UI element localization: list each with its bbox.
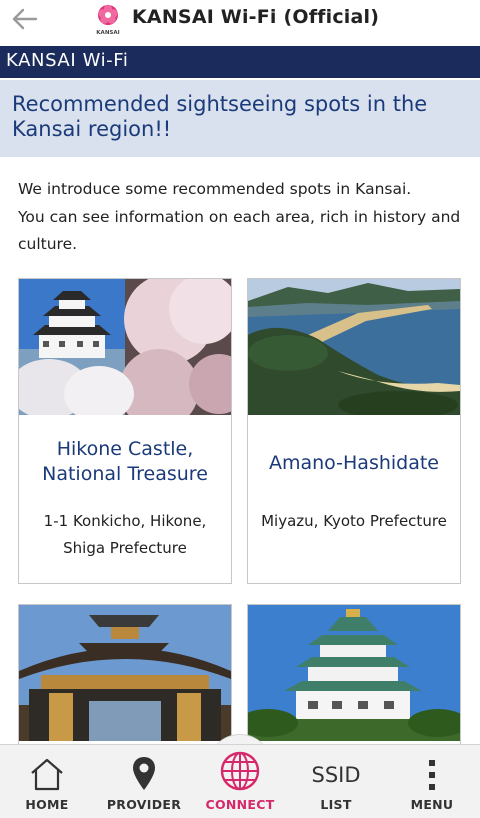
- home-icon: [31, 758, 63, 791]
- brand-bar: KANSAI Wi-Fi: [0, 46, 480, 78]
- bottom-navigation: HOME PROVIDER CONNECT SSID LIST MENU: [0, 744, 480, 818]
- amano-hashidate-photo: [248, 279, 460, 415]
- spot-address: Miyazu, Kyoto Prefecture: [261, 512, 447, 530]
- app-title: KANSAI Wi-Fi (Official): [132, 6, 380, 28]
- nav-home-label: HOME: [25, 797, 69, 812]
- location-pin-icon: [133, 757, 155, 790]
- menu-dots-icon: [429, 760, 435, 790]
- nav-ssid-list[interactable]: SSID LIST: [288, 745, 384, 818]
- spot-card-3[interactable]: [18, 604, 232, 764]
- spot-card-amano-hashidate[interactable]: Amano-Hashidate Miyazu, Kyoto Prefecture: [247, 278, 461, 584]
- nav-connect[interactable]: CONNECT: [192, 745, 288, 818]
- brand-bar-label: KANSAI Wi-Fi: [6, 50, 129, 71]
- intro-text: We introduce some recommended spots in K…: [18, 176, 468, 259]
- intro-line-2: You can see information on each area, ri…: [18, 207, 461, 254]
- top-app-bar: KANSAI KANSAI Wi-Fi (Official): [0, 0, 480, 40]
- spot-address: 1-1 Konkicho, Hikone, Shiga Prefecture: [43, 512, 207, 557]
- kansai-logo-icon: KANSAI: [96, 4, 120, 36]
- ssid-icon-text: SSID: [311, 763, 361, 787]
- section-title: Recommended sightseeing spots in the Kan…: [12, 92, 428, 141]
- nav-menu-label: MENU: [410, 797, 454, 812]
- nav-menu[interactable]: MENU: [384, 745, 480, 818]
- globe-icon: [220, 751, 260, 791]
- intro-line-1: We introduce some recommended spots in K…: [18, 180, 412, 198]
- app-screen: KANSAI KANSAI Wi-Fi (Official) KANSAI Wi…: [0, 0, 480, 818]
- spot-card-hikone-castle[interactable]: Hikone Castle, National Treasure 1-1 Kon…: [18, 278, 232, 584]
- osaka-castle-photo: [248, 605, 460, 741]
- nav-provider-label: PROVIDER: [106, 797, 182, 812]
- spot-name: Hikone Castle, National Treasure: [42, 438, 208, 485]
- nav-home[interactable]: HOME: [0, 745, 94, 818]
- nav-connect-label: CONNECT: [205, 797, 275, 812]
- nav-list-label: LIST: [320, 797, 352, 812]
- spot-card-4[interactable]: [247, 604, 461, 764]
- section-header: Recommended sightseeing spots in the Kan…: [0, 80, 480, 157]
- svg-text:KANSAI: KANSAI: [96, 30, 119, 36]
- spot-name: Amano-Hashidate: [268, 452, 440, 474]
- back-arrow-icon[interactable]: [10, 4, 40, 34]
- hikone-castle-photo: [19, 279, 231, 415]
- castle-gate-photo: [19, 605, 231, 741]
- nav-provider[interactable]: PROVIDER: [96, 745, 192, 818]
